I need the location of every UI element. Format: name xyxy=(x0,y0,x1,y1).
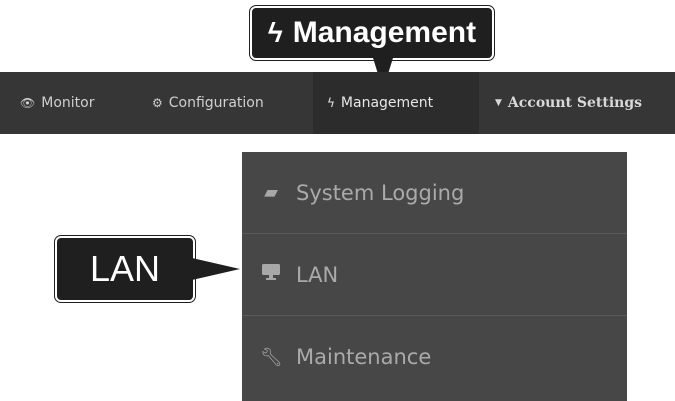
lan-callout: LAN xyxy=(55,236,195,302)
lightning-icon: ϟ xyxy=(327,96,335,110)
nav-management[interactable]: ϟ Management xyxy=(313,72,479,134)
menu-item-label: LAN xyxy=(296,262,339,287)
book-icon: ▰ xyxy=(264,182,278,203)
top-navbar: 👁 Monitor ⚙ Configuration ϟ Management ▼… xyxy=(0,72,675,134)
lan-callout-pointer xyxy=(192,258,240,280)
menu-item-label: Maintenance xyxy=(296,345,432,369)
management-callout: ϟ Management xyxy=(250,6,494,60)
menu-item-lan[interactable]: LAN xyxy=(242,234,627,316)
lightning-icon: ϟ xyxy=(267,17,283,48)
management-callout-text: Management xyxy=(292,16,477,49)
management-dropdown-menu: ▰ System Logging LAN 🔧︎ Maintenance xyxy=(242,152,627,401)
eye-icon: 👁 xyxy=(20,96,36,110)
nav-account-settings-label: Account Settings xyxy=(507,95,642,111)
nav-monitor[interactable]: 👁 Monitor xyxy=(0,72,138,134)
caret-down-icon: ▼ xyxy=(495,98,502,108)
lan-callout-text: LAN xyxy=(89,248,161,289)
gears-icon: ⚙ xyxy=(152,96,163,110)
menu-item-label: System Logging xyxy=(296,180,465,205)
wrench-icon: 🔧︎ xyxy=(260,346,283,368)
monitor-icon xyxy=(260,263,282,286)
nav-monitor-label: Monitor xyxy=(41,95,95,111)
nav-management-label: Management xyxy=(340,95,434,111)
menu-item-maintenance[interactable]: 🔧︎ Maintenance xyxy=(242,316,627,398)
nav-configuration-label: Configuration xyxy=(168,95,264,111)
nav-configuration[interactable]: ⚙ Configuration xyxy=(138,72,313,134)
nav-account-settings[interactable]: ▼ Account Settings xyxy=(479,72,656,134)
menu-item-system-logging[interactable]: ▰ System Logging xyxy=(242,152,627,234)
